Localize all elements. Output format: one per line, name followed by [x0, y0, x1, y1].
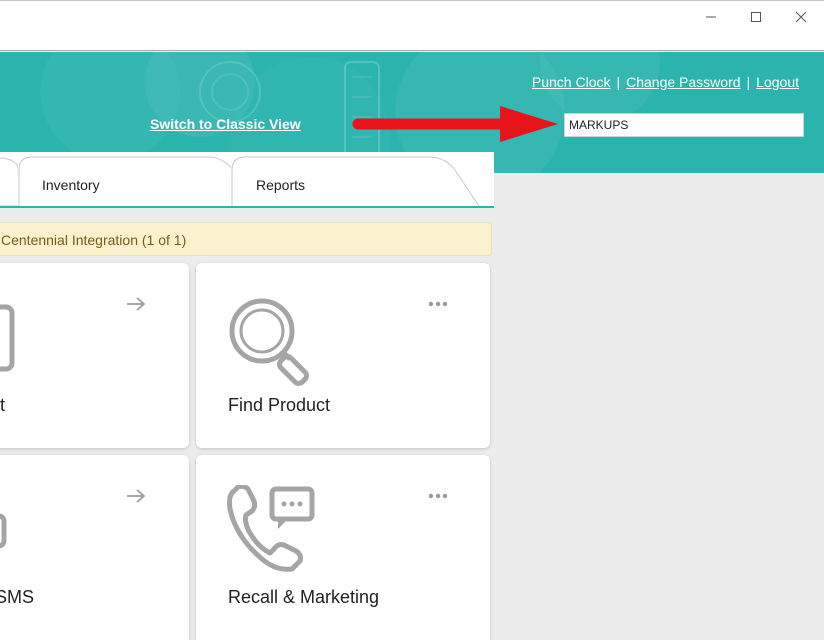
more-dots-icon[interactable] [428, 491, 450, 501]
integration-banner: Centennial Integration (1 of 1) [0, 222, 492, 256]
top-links: Punch Clock | Change Password | Logout [532, 74, 799, 90]
phone-chat-icon [227, 485, 315, 572]
maximize-icon [751, 12, 761, 22]
switch-classic-view-link[interactable]: Switch to Classic View [150, 116, 301, 132]
tab-inventory[interactable]: Inventory [18, 156, 250, 206]
tab-inventory-label: Inventory [42, 177, 100, 193]
close-button[interactable] [778, 1, 824, 33]
message-icon [0, 513, 7, 549]
minimize-icon [706, 16, 716, 18]
arrow-right-icon[interactable] [125, 488, 147, 504]
search-input[interactable] [564, 113, 804, 137]
tablet-icon [0, 304, 15, 372]
card-appointment[interactable]: ent [0, 263, 189, 448]
punch-clock-link[interactable]: Punch Clock [532, 74, 611, 90]
card-recall-marketing[interactable]: Recall & Marketing [196, 455, 490, 640]
red-annotation-arrow [352, 106, 558, 142]
card-find-product[interactable]: Find Product [196, 263, 490, 448]
close-icon [795, 11, 807, 23]
link-separator: | [616, 74, 621, 90]
logout-link[interactable]: Logout [756, 74, 799, 90]
card-label: ent [0, 395, 6, 415]
change-password-link[interactable]: Change Password [626, 74, 740, 90]
card-label: Find Product [228, 395, 331, 415]
window-titlebar [0, 0, 824, 51]
arrow-right-icon[interactable] [125, 296, 147, 312]
card-label: d SMS [0, 587, 35, 607]
maximize-button[interactable] [733, 1, 779, 33]
card-label: Recall & Marketing [228, 587, 380, 607]
magnifier-icon [229, 298, 309, 386]
minimize-button[interactable] [688, 1, 734, 33]
more-dots-icon[interactable] [428, 299, 450, 309]
card-sms[interactable]: d SMS [0, 455, 189, 640]
tab-reports[interactable]: Reports [231, 156, 481, 206]
tab-reports-label: Reports [256, 177, 306, 193]
link-separator: | [746, 74, 751, 90]
